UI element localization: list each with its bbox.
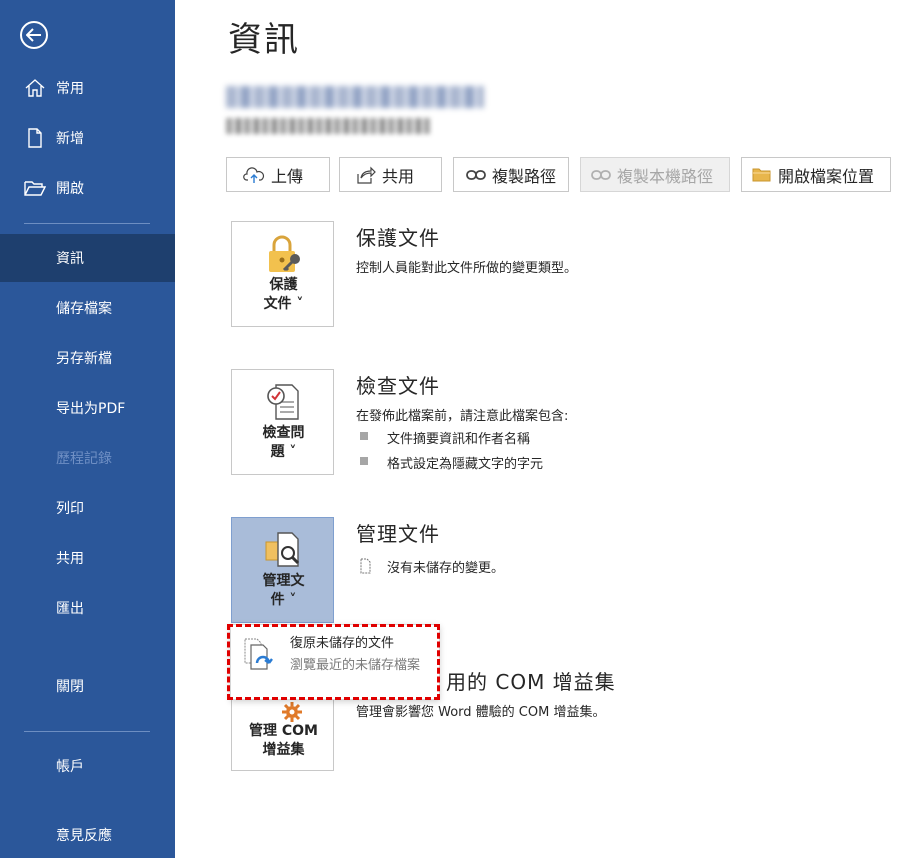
com-addins-desc: 管理會影響您 Word 體驗的 COM 增益集。 — [356, 705, 606, 720]
copy-path-button[interactable]: 複製路徑 — [453, 157, 569, 192]
protect-document-button[interactable]: 保護 文件 ˅ — [231, 221, 334, 327]
nav-close-label: 關閉 — [56, 679, 84, 695]
nav-account-label: 帳戶 — [56, 759, 84, 775]
link-icon — [591, 169, 611, 180]
upload-label: 上傳 — [271, 166, 304, 186]
nav-print[interactable]: 列印 — [0, 484, 175, 532]
nav-save-as-label: 另存新檔 — [56, 351, 112, 367]
nav-feedback-label: 意見反應 — [56, 828, 112, 844]
copy-path-label: 複製路徑 — [492, 166, 557, 186]
nav-save-as[interactable]: 另存新檔 — [0, 334, 175, 382]
recover-document-icon — [244, 638, 273, 670]
bullet-icon — [360, 457, 368, 465]
blurred-file-name — [226, 86, 484, 108]
nav-export[interactable]: 匯出 — [0, 584, 175, 632]
nav-save-label: 儲存檔案 — [56, 301, 112, 317]
nav-share-label: 共用 — [56, 551, 84, 567]
inspect-bullet-2: 格式設定為隱藏文字的字元 — [387, 457, 544, 472]
inspect-bullet-1: 文件摘要資訊和作者名稱 — [387, 432, 531, 447]
page-title: 資訊 — [228, 20, 300, 60]
back-arrow-icon[interactable] — [20, 21, 48, 49]
check-for-issues-button[interactable]: 檢查問 題 ˅ — [231, 369, 334, 475]
nav-home-label: 常用 — [56, 81, 84, 97]
inspect-document-title: 檢查文件 — [356, 374, 440, 398]
nav-history: 歷程記錄 — [0, 434, 175, 482]
open-file-location-button[interactable]: 開啟檔案位置 — [741, 157, 891, 192]
nav-export-pdf[interactable]: 导出为PDF — [0, 384, 175, 432]
com-addins-label: 管理 COM 增益集 — [232, 722, 335, 760]
manage-document-dropdown: 復原未儲存的文件 瀏覽最近的未儲存檔案 — [230, 624, 440, 700]
protect-document-title: 保護文件 — [356, 226, 440, 250]
home-icon — [25, 79, 45, 97]
nav-feedback[interactable]: 意見反應 — [0, 811, 175, 858]
document-icon — [360, 558, 371, 574]
nav-print-label: 列印 — [56, 501, 84, 517]
nav-open[interactable]: 開啟 — [0, 164, 175, 212]
backstage-sidebar: 常用 新增 開啟 資訊 儲存檔案 另存新檔 导出为PDF 歷程記錄 列印 共用 … — [0, 0, 175, 858]
bullet-icon — [360, 432, 368, 440]
share-icon — [357, 166, 376, 184]
protect-document-desc: 控制人員能對此文件所做的變更類型。 — [356, 261, 578, 276]
nav-history-label: 歷程記錄 — [56, 451, 112, 467]
nav-account[interactable]: 帳戶 — [0, 742, 175, 790]
nav-home[interactable]: 常用 — [0, 64, 175, 112]
protect-document-label-line2: 文件 ˅ — [263, 296, 304, 312]
lock-key-icon — [269, 235, 300, 272]
nav-share[interactable]: 共用 — [0, 534, 175, 582]
nav-new[interactable]: 新增 — [0, 114, 175, 162]
nav-open-label: 開啟 — [56, 181, 84, 197]
copy-local-path-label: 複製本機路徑 — [617, 166, 714, 186]
com-addins-label-line2: 增益集 — [262, 742, 305, 758]
sidebar-divider — [24, 731, 150, 732]
manage-document-title: 管理文件 — [356, 522, 440, 546]
com-addins-label-line1: 管理 COM — [249, 723, 318, 739]
sidebar-divider — [24, 223, 150, 224]
cloud-upload-icon — [243, 166, 265, 183]
upload-button[interactable]: 上傳 — [226, 157, 330, 192]
nav-new-label: 新增 — [56, 131, 84, 147]
check-for-issues-label-line1: 檢查問 — [262, 425, 305, 441]
nav-save[interactable]: 儲存檔案 — [0, 284, 175, 332]
folder-icon — [752, 168, 771, 181]
new-document-icon — [28, 128, 42, 148]
manage-document-icon — [265, 532, 300, 567]
gear-icon — [282, 702, 302, 722]
com-addins-title: 用的 COM 增益集 — [446, 670, 616, 694]
nav-export-pdf-label: 导出为PDF — [56, 401, 126, 417]
copy-local-path-button: 複製本機路徑 — [580, 157, 730, 192]
nav-info-label: 資訊 — [56, 251, 84, 267]
recover-unsaved-desc: 瀏覽最近的未儲存檔案 — [290, 658, 421, 673]
inspect-document-icon — [267, 384, 299, 420]
blurred-file-path — [226, 118, 430, 134]
protect-document-label: 保護 文件 ˅ — [232, 276, 335, 314]
inspect-document-desc: 在發佈此檔案前，請注意此檔案包含: — [356, 409, 569, 424]
folder-open-icon — [24, 181, 46, 196]
protect-document-label-line1: 保護 — [269, 277, 298, 293]
manage-document-button[interactable]: 管理文 件 ˅ — [231, 517, 334, 623]
nav-info[interactable]: 資訊 — [0, 234, 175, 282]
share-label: 共用 — [382, 166, 415, 186]
check-for-issues-label-line2: 題 ˅ — [270, 444, 297, 460]
manage-document-desc: 沒有未儲存的變更。 — [387, 561, 505, 576]
link-icon — [466, 169, 486, 180]
recover-unsaved-title[interactable]: 復原未儲存的文件 — [290, 632, 394, 651]
nav-export-label: 匯出 — [56, 601, 84, 617]
open-file-location-label: 開啟檔案位置 — [778, 166, 875, 186]
check-for-issues-label: 檢查問 題 ˅ — [232, 424, 335, 462]
manage-document-label-line1: 管理文 — [262, 573, 305, 589]
manage-document-label-line2: 件 ˅ — [270, 592, 297, 608]
manage-document-label: 管理文 件 ˅ — [232, 572, 335, 610]
nav-close[interactable]: 關閉 — [0, 662, 175, 710]
share-button[interactable]: 共用 — [339, 157, 442, 192]
